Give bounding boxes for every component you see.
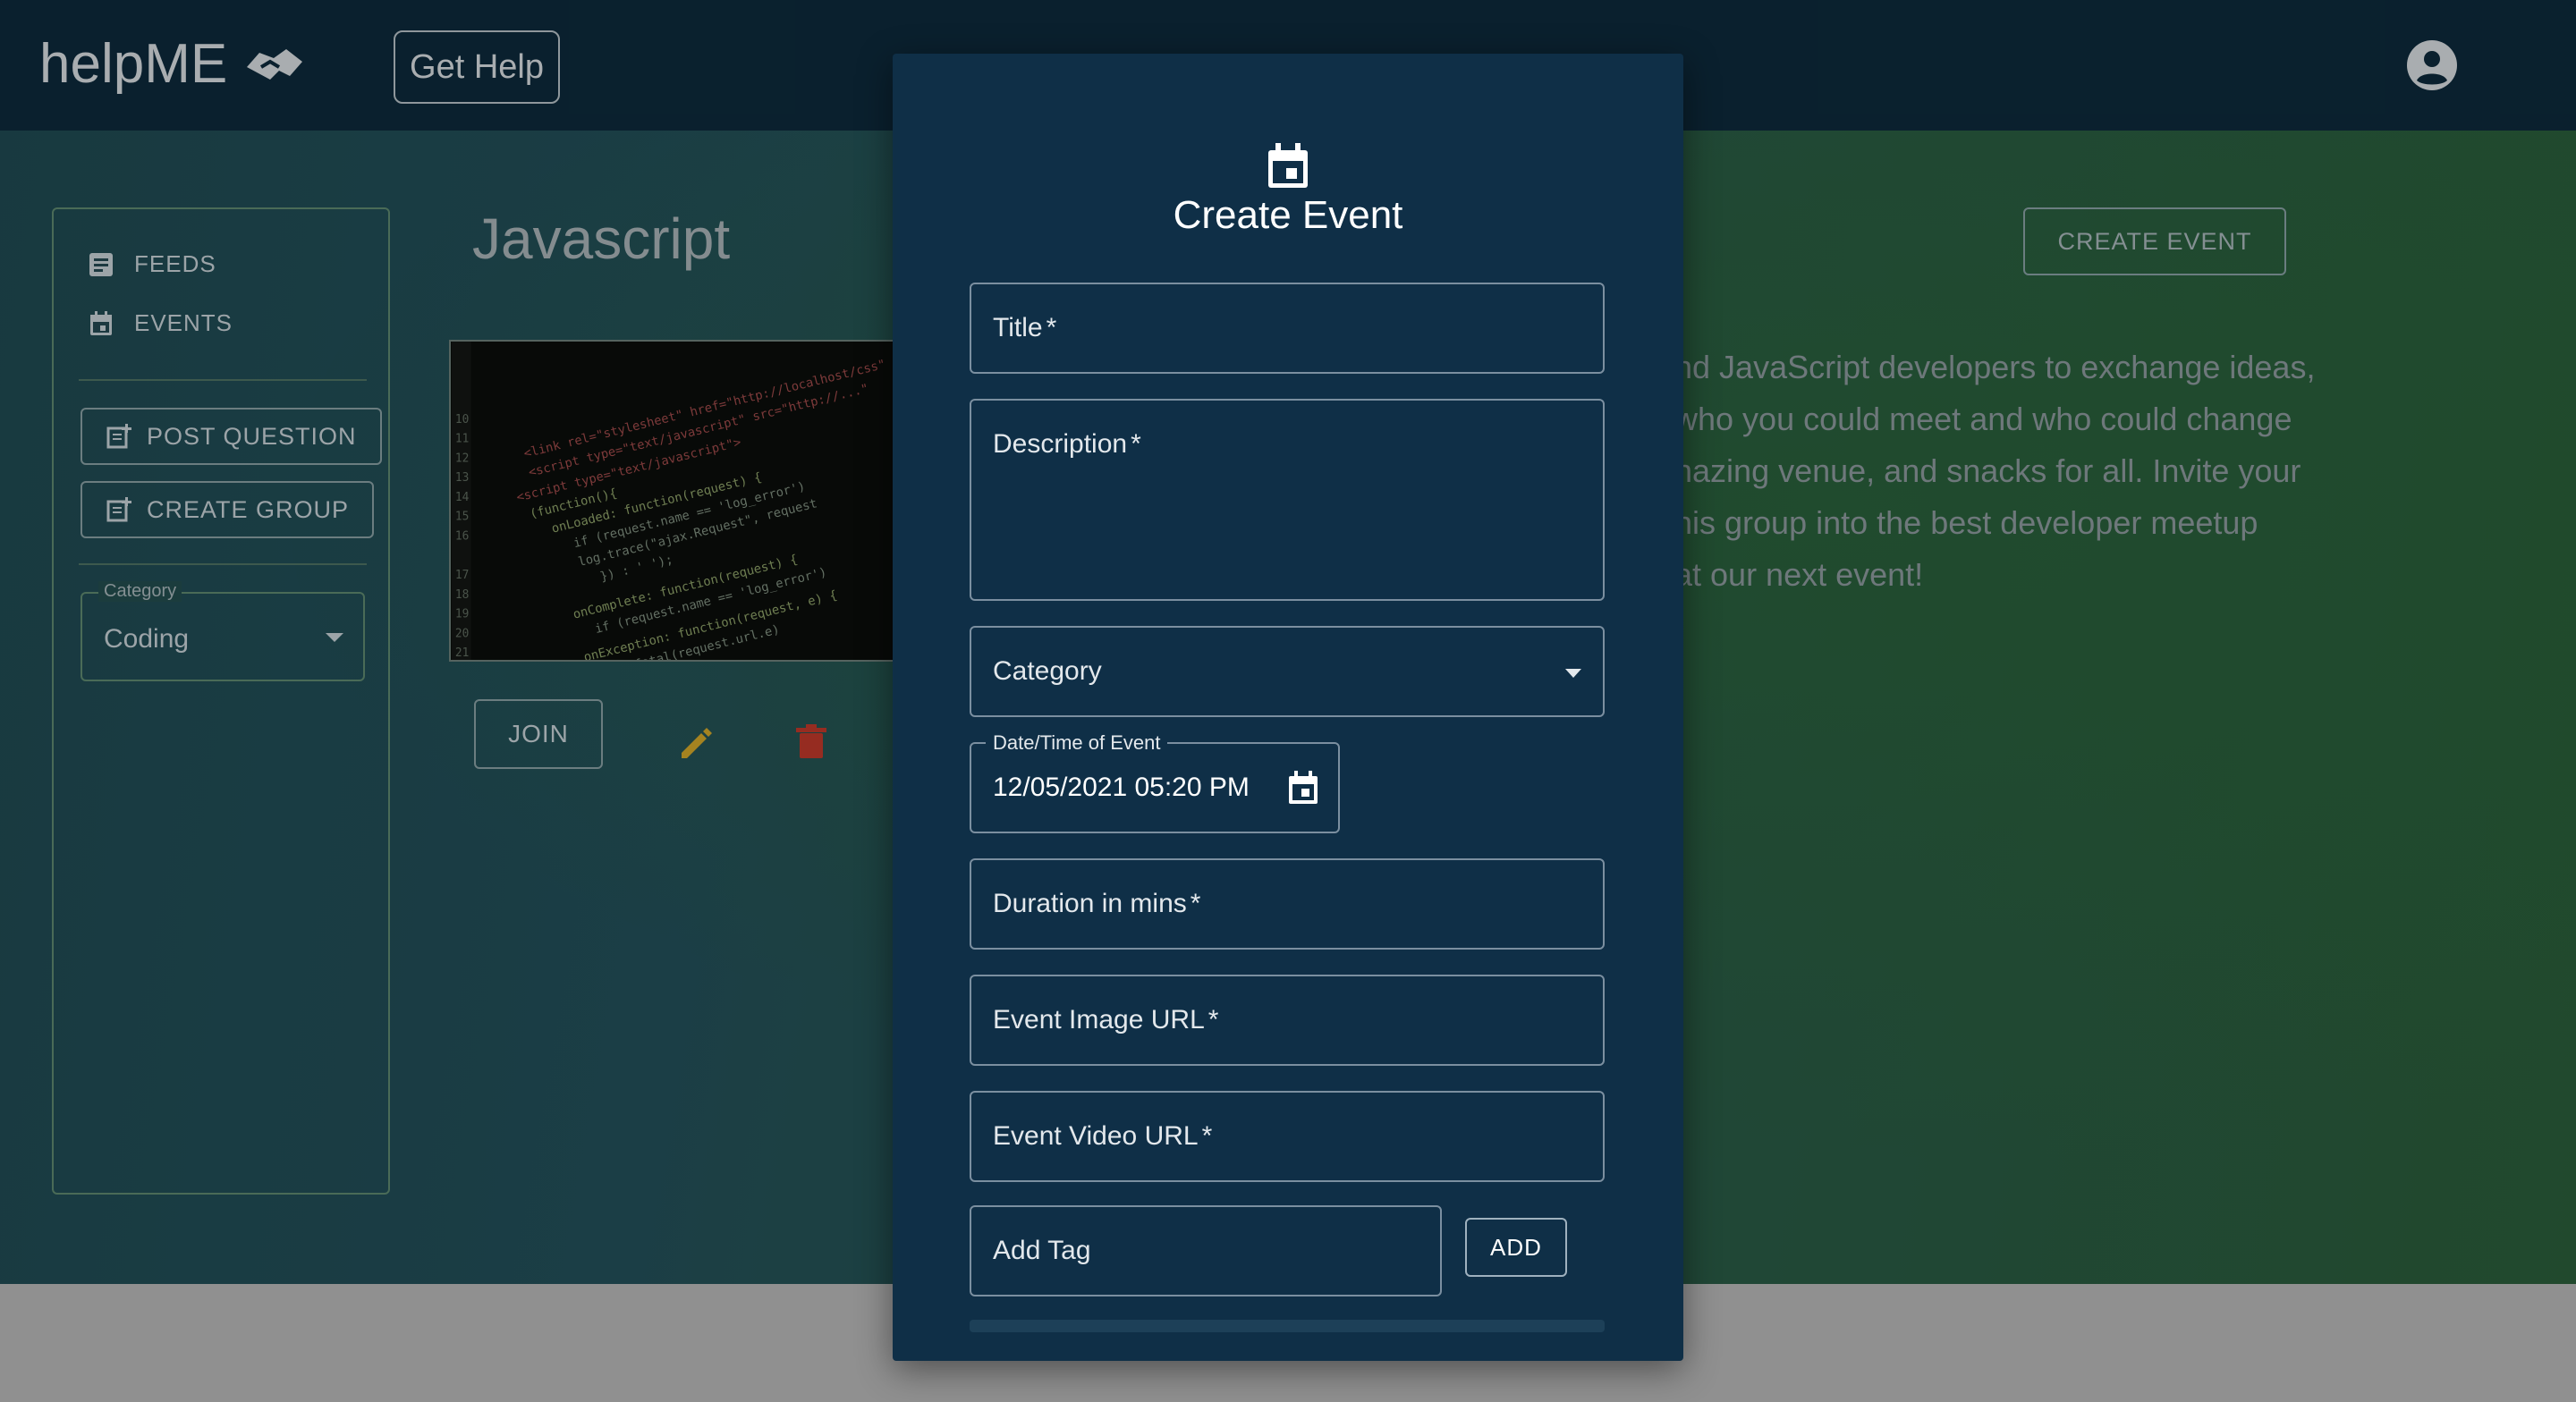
duration-field[interactable]: Duration in mins * [970,858,1605,950]
create-event-dialog: Create Event Title * Description * Categor… [893,54,1683,1361]
image-url-field-label: Event Image URL * [993,1005,1218,1035]
video-url-field[interactable]: Event Video URL * [970,1091,1605,1182]
duration-label-text: Duration in mins [993,889,1187,918]
required-asterisk: * [1131,429,1141,459]
description-label-text: Description [993,429,1128,459]
category-field-label: Category [993,656,1102,686]
dialog-title: Create Event [1173,193,1403,237]
video-url-field-label: Event Video URL * [993,1121,1212,1152]
title-field-label: Title * [993,313,1056,343]
description-field-label: Description * [993,429,1141,460]
category-field[interactable]: Category [970,626,1605,717]
description-field[interactable]: Description * [970,399,1605,601]
image-url-field[interactable]: Event Image URL * [970,975,1605,1066]
required-asterisk: * [1046,313,1057,342]
add-tag-button[interactable]: ADD [1465,1218,1567,1277]
required-asterisk: * [1190,889,1201,918]
title-label-text: Title [993,313,1043,342]
datetime-field-label: Date/Time of Event [986,731,1168,755]
add-tag-field-label: Add Tag [993,1236,1091,1265]
datetime-field-value: 12/05/2021 05:20 PM [993,773,1250,802]
add-tag-field[interactable]: Add Tag [970,1205,1442,1296]
image-url-label-text: Event Image URL [993,1005,1205,1035]
dropdown-arrow-icon [1565,669,1581,678]
required-asterisk: * [1208,1005,1219,1035]
required-asterisk: * [1201,1121,1213,1151]
title-field[interactable]: Title * [970,283,1605,374]
duration-field-label: Duration in mins * [993,889,1200,919]
calendar-icon [1268,143,1308,188]
video-url-label-text: Event Video URL [993,1121,1199,1151]
next-field-edge [970,1320,1605,1332]
calendar-picker-icon[interactable] [1284,769,1322,807]
datetime-field[interactable]: Date/Time of Event 12/05/2021 05:20 PM [970,731,1340,833]
